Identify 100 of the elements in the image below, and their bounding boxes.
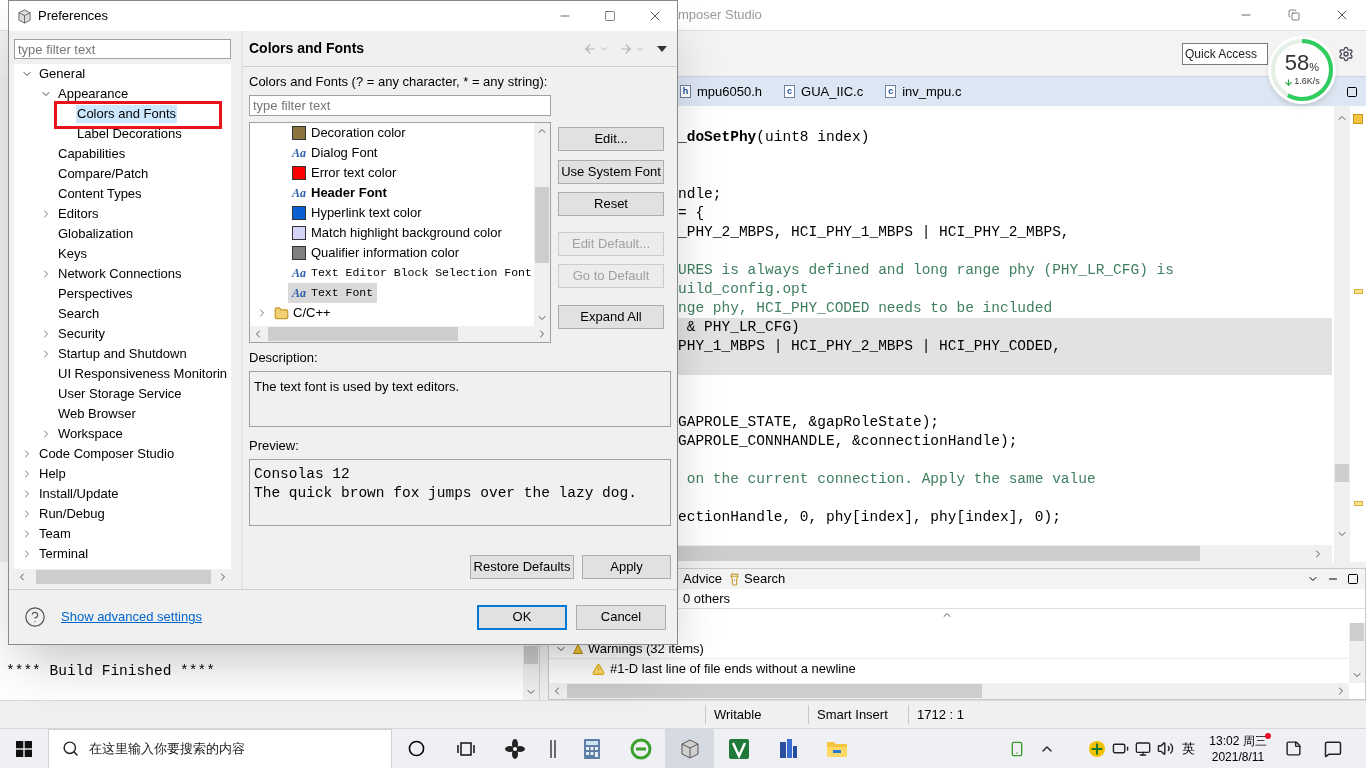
action-button[interactable]: Reset xyxy=(558,192,664,216)
tree-item[interactable]: Perspectives xyxy=(57,285,134,303)
back-icon[interactable] xyxy=(583,41,597,56)
tree-item[interactable]: Install/Update xyxy=(38,485,120,503)
windows-logo-icon[interactable] xyxy=(16,740,32,757)
quick-access-field[interactable]: Quick Access xyxy=(1182,42,1268,65)
tree-item[interactable]: Appearance xyxy=(57,85,130,103)
view-menu-icon[interactable] xyxy=(657,45,667,52)
page-title: Colors and Fonts xyxy=(249,39,365,58)
calculator-icon[interactable] xyxy=(582,737,601,760)
advanced-settings-link[interactable]: Show advanced settings xyxy=(61,607,202,627)
editor-tab[interactable]: c inv_mpu.c xyxy=(883,78,982,105)
scroll-thumb[interactable] xyxy=(1350,623,1364,641)
filter-label: Colors and Fonts (? = any character, * = any string): xyxy=(249,73,549,91)
restore-icon[interactable] xyxy=(1288,9,1300,21)
tree-item[interactable]: Web Browser xyxy=(57,405,137,423)
help-icon[interactable] xyxy=(24,606,46,628)
input-method-indicator[interactable]: 英 xyxy=(1182,738,1195,759)
view-tab[interactable]: Advice xyxy=(683,569,723,589)
tree-item[interactable]: General xyxy=(38,65,87,83)
cortana-icon[interactable] xyxy=(408,740,425,757)
task-view-icon[interactable] xyxy=(456,740,475,757)
list-item[interactable]: Match highlight background color xyxy=(288,223,506,243)
status-text: Smart Insert xyxy=(808,704,908,725)
forward-icon[interactable] xyxy=(619,41,633,56)
notes-icon[interactable] xyxy=(1285,740,1302,757)
volume-icon[interactable] xyxy=(1157,740,1174,757)
tree-item[interactable]: Content Types xyxy=(57,185,143,203)
view-tab[interactable]: Search xyxy=(728,569,786,589)
device-icon[interactable] xyxy=(1009,740,1025,757)
v-logo-icon[interactable] xyxy=(727,737,750,760)
action-button[interactable]: Use System Font xyxy=(558,160,664,184)
list-item[interactable]: Qualifier information color xyxy=(288,243,464,263)
tree-item[interactable]: C/C++ xyxy=(293,303,331,323)
problem-item[interactable]: #1-D last line of file ends without a newline xyxy=(610,659,856,679)
tree-item[interactable]: Startup and Shutdown xyxy=(57,345,188,363)
action-button[interactable]: Edit... xyxy=(558,127,664,151)
tree-item[interactable]: Security xyxy=(57,325,106,343)
tree-item[interactable]: Terminal xyxy=(38,545,90,563)
maximize-icon[interactable] xyxy=(1347,573,1359,585)
browser-icon[interactable] xyxy=(629,737,652,760)
ok-button[interactable]: OK xyxy=(477,604,567,630)
tree-item[interactable]: Code Composer Studio xyxy=(38,445,176,463)
tree-item[interactable]: Run/Debug xyxy=(38,505,106,523)
tree-item[interactable]: Keys xyxy=(57,245,88,263)
tree-item[interactable]: Globalization xyxy=(57,225,135,243)
folder-icon xyxy=(274,305,289,321)
tree-item[interactable]: UI Responsiveness Monitorin xyxy=(57,365,229,383)
tree-item[interactable]: Network Connections xyxy=(57,265,183,283)
tree-item[interactable]: Team xyxy=(38,525,72,543)
tree-item[interactable]: Help xyxy=(38,465,67,483)
pinwheel-icon[interactable] xyxy=(504,738,525,759)
list-item[interactable]: Aa Text Editor Block Selection Font xyxy=(288,263,534,283)
bars-icon[interactable] xyxy=(550,739,556,758)
list-item[interactable]: Decoration color xyxy=(288,123,410,143)
cube-icon[interactable] xyxy=(678,737,701,760)
settings-icon[interactable] xyxy=(1338,45,1354,62)
editor-tab[interactable]: h mpu6050.h xyxy=(678,78,783,105)
scroll-thumb[interactable] xyxy=(524,646,538,664)
font-icon: Aa xyxy=(292,147,306,159)
tree-item[interactable]: User Storage Service xyxy=(57,385,183,403)
preview-text: The quick brown fox jumps over the lazy dog. xyxy=(254,484,638,503)
scroll-thumb[interactable] xyxy=(268,327,458,341)
tree-item[interactable]: Editors xyxy=(57,205,100,223)
description-label: Description: xyxy=(249,349,319,367)
tree-item[interactable]: Colors and Fonts xyxy=(76,105,177,123)
filter-field[interactable]: type filter text xyxy=(14,39,231,59)
page-button[interactable]: Restore Defaults xyxy=(470,555,574,579)
maximize-icon[interactable] xyxy=(1346,85,1358,98)
tree-item[interactable]: Search xyxy=(57,305,101,323)
code-line: GAPROLE_CONNHANDLE, &connectionHandle); xyxy=(678,432,1018,451)
list-item[interactable]: Aa Dialog Font xyxy=(288,143,382,163)
warning-icon xyxy=(592,662,605,676)
scroll-thumb[interactable] xyxy=(1335,464,1349,482)
scroll-thumb[interactable] xyxy=(567,684,982,698)
filter-field[interactable]: type filter text xyxy=(249,95,551,116)
tree-item[interactable]: Capabilities xyxy=(57,145,127,163)
list-item[interactable]: Aa Header Font xyxy=(288,183,391,203)
code-line: _doSetPhy(uint8 index) xyxy=(678,128,870,147)
cancel-button[interactable]: Cancel xyxy=(576,604,666,630)
code-line: ectionHandle, 0, phy[index], phy[index], 0); xyxy=(678,508,1061,527)
clock[interactable]: 13:02 周三 2021/8/11 xyxy=(1205,732,1271,765)
editor-tab[interactable]: c GUA_IIC.c xyxy=(782,78,884,105)
scroll-thumb[interactable] xyxy=(678,546,1200,561)
page-button[interactable]: Apply xyxy=(582,555,671,579)
list-item[interactable]: Error text color xyxy=(288,163,401,183)
list-item[interactable]: Aa Text Font xyxy=(288,283,378,303)
scroll-thumb[interactable] xyxy=(535,187,549,263)
tree-item[interactable]: Workspace xyxy=(57,425,124,443)
scroll-thumb[interactable] xyxy=(36,570,211,584)
notifications-icon[interactable] xyxy=(1324,739,1342,758)
tree-item[interactable]: Compare/Patch xyxy=(57,165,150,183)
tree-item[interactable]: Label Decorations xyxy=(76,125,183,143)
code-comment: on the current connection. Apply the same value xyxy=(685,470,1096,489)
network-icon[interactable] xyxy=(1135,740,1151,757)
taskbar-search-field[interactable]: 在这里输入你要搜索的内容 xyxy=(48,728,392,768)
window-title: mposer Studio xyxy=(678,6,762,25)
action-button[interactable]: Expand All xyxy=(558,305,664,329)
preview-label: Preview: xyxy=(249,437,300,455)
list-item[interactable]: Hyperlink text color xyxy=(288,203,426,223)
